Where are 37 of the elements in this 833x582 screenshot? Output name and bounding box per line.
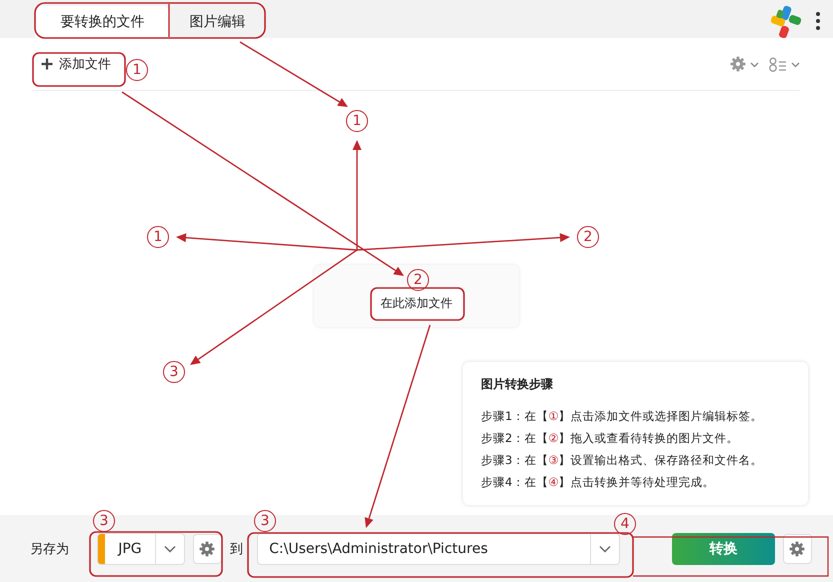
add-here-button[interactable]: 在此添加文件 bbox=[372, 288, 460, 318]
step-text: 步骤4：在【④】点击转换并等待处理完成。 bbox=[481, 474, 716, 491]
step-number-marker: 2 bbox=[577, 226, 599, 248]
menu-icon[interactable] bbox=[815, 11, 821, 31]
caret-icon bbox=[791, 60, 800, 68]
format-color-stripe bbox=[98, 534, 105, 564]
step-text: 步骤2：在【②】拖入或查看待转换的图片文件。 bbox=[481, 430, 740, 447]
step-number-marker: 3 bbox=[93, 510, 115, 532]
format-settings-button[interactable] bbox=[192, 534, 222, 564]
format-select[interactable]: JPG bbox=[97, 532, 185, 564]
convert-settings-button[interactable] bbox=[782, 534, 812, 564]
output-path-select[interactable]: C:\Users\Administrator\Pictures bbox=[257, 532, 620, 564]
chevron-icon bbox=[599, 544, 611, 552]
view-dropdown[interactable] bbox=[769, 56, 800, 72]
step-text: 步骤1：在【①】点击添加文件或选择图片编辑标签。 bbox=[481, 408, 764, 425]
to-label: 到 bbox=[230, 540, 244, 558]
step-number-marker: 1 bbox=[147, 226, 169, 248]
step-number-marker: 3 bbox=[254, 510, 276, 532]
chevron-icon bbox=[164, 544, 176, 552]
step-text: 步骤3：在【③】设置输出格式、保存路径和文件名。 bbox=[481, 452, 764, 469]
step-number-marker: 1 bbox=[126, 59, 148, 81]
steps-title: 图片转换步骤 bbox=[481, 376, 554, 393]
settings-icon bbox=[199, 540, 216, 556]
step-number-marker: 3 bbox=[163, 361, 185, 383]
settings-icon bbox=[730, 56, 746, 72]
convert-button[interactable]: 转换 bbox=[672, 532, 775, 564]
caret-icon bbox=[750, 60, 759, 68]
settings-icon bbox=[789, 540, 806, 556]
settings-dropdown[interactable] bbox=[730, 56, 759, 72]
tab[interactable]: 要转换的文件 bbox=[35, 6, 170, 38]
plus-icon bbox=[41, 58, 53, 70]
save-as-label: 另存为 bbox=[30, 540, 69, 558]
step-number-marker: 4 bbox=[614, 513, 636, 535]
step-number-marker: 2 bbox=[407, 269, 429, 291]
step-number-marker: 1 bbox=[346, 110, 368, 132]
pinwheel-logo-icon bbox=[769, 4, 803, 38]
list-view-icon bbox=[769, 56, 787, 72]
